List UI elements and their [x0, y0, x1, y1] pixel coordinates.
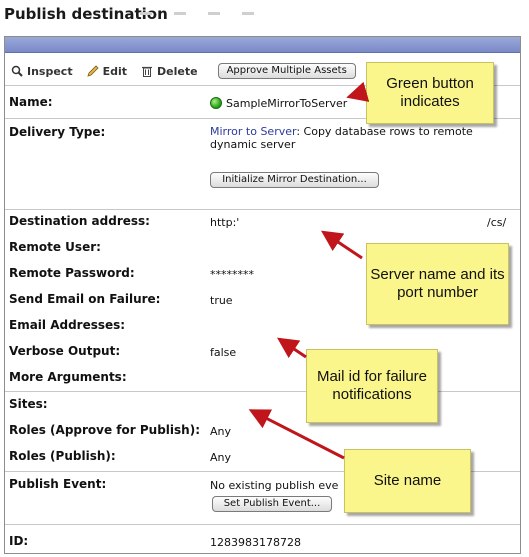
inspect-button[interactable]: Inspect	[11, 65, 73, 78]
callout-site-name: Site name	[344, 449, 471, 513]
set-publish-event-button[interactable]: Set Publish Event...	[212, 496, 332, 512]
inspect-label: Inspect	[27, 64, 73, 78]
trash-icon	[142, 66, 153, 77]
divider	[5, 524, 520, 525]
publish-event-label: Publish Event:	[9, 477, 107, 491]
panel-header-bar	[5, 37, 520, 53]
pencil-icon	[86, 65, 99, 77]
email-addresses-label: Email Addresses:	[9, 318, 126, 332]
magnifier-icon	[11, 65, 23, 77]
destination-address-label: Destination address:	[9, 214, 150, 228]
delete-label: Delete	[157, 64, 198, 78]
callout-green-button: Green button indicates	[366, 62, 494, 124]
id-label: ID:	[9, 534, 29, 548]
roles-approve-label: Roles (Approve for Publish):	[9, 423, 200, 437]
name-label: Name:	[9, 95, 53, 109]
destination-address-value: http:'	[210, 216, 239, 229]
status-green-icon	[210, 97, 222, 109]
name-value: SampleMirrorToServer	[210, 97, 347, 110]
delete-button[interactable]: Delete	[141, 65, 198, 78]
publish-event-value: No existing publish eve	[210, 479, 339, 492]
callout-server-name: Server name and its port number	[366, 243, 509, 325]
edit-label: Edit	[102, 64, 128, 78]
initialize-mirror-destination-button[interactable]: Initialize Mirror Destination...	[210, 172, 379, 188]
verbose-output-label: Verbose Output:	[9, 344, 121, 358]
remote-password-value: ********	[210, 268, 254, 281]
top-toolbar-remnant	[140, 0, 340, 15]
sites-label: Sites:	[9, 397, 48, 411]
delivery-type-label: Delivery Type:	[9, 125, 106, 139]
destination-address-suffix: /cs/	[487, 216, 507, 229]
roles-approve-value: Any	[210, 425, 232, 438]
remote-password-label: Remote Password:	[9, 266, 135, 280]
edit-button[interactable]: Edit	[86, 64, 128, 78]
remote-user-label: Remote User:	[9, 240, 101, 254]
roles-publish-value: Any	[210, 451, 232, 464]
roles-publish-label: Roles (Publish):	[9, 449, 116, 463]
mirror-to-server-link[interactable]: Mirror to Server	[210, 125, 296, 138]
callout-mail-id: Mail id for failure notifications	[306, 349, 438, 423]
destination-address-prefix: http:'	[210, 216, 240, 229]
verbose-output-value: false	[210, 346, 237, 359]
send-email-label: Send Email on Failure:	[9, 292, 161, 306]
send-email-value: true	[210, 294, 233, 307]
divider	[5, 209, 520, 210]
action-toolbar: Inspect Edit Delete Approve Multiple Ass…	[11, 60, 356, 82]
more-arguments-label: More Arguments:	[9, 370, 127, 384]
destination-name: SampleMirrorToServer	[226, 97, 348, 110]
divider	[5, 391, 520, 392]
delivery-type-value: Mirror to Server: Copy database rows to …	[210, 125, 510, 151]
id-value: 1283983178728	[210, 536, 301, 549]
approve-multiple-assets-button[interactable]: Approve Multiple Assets	[217, 63, 356, 79]
